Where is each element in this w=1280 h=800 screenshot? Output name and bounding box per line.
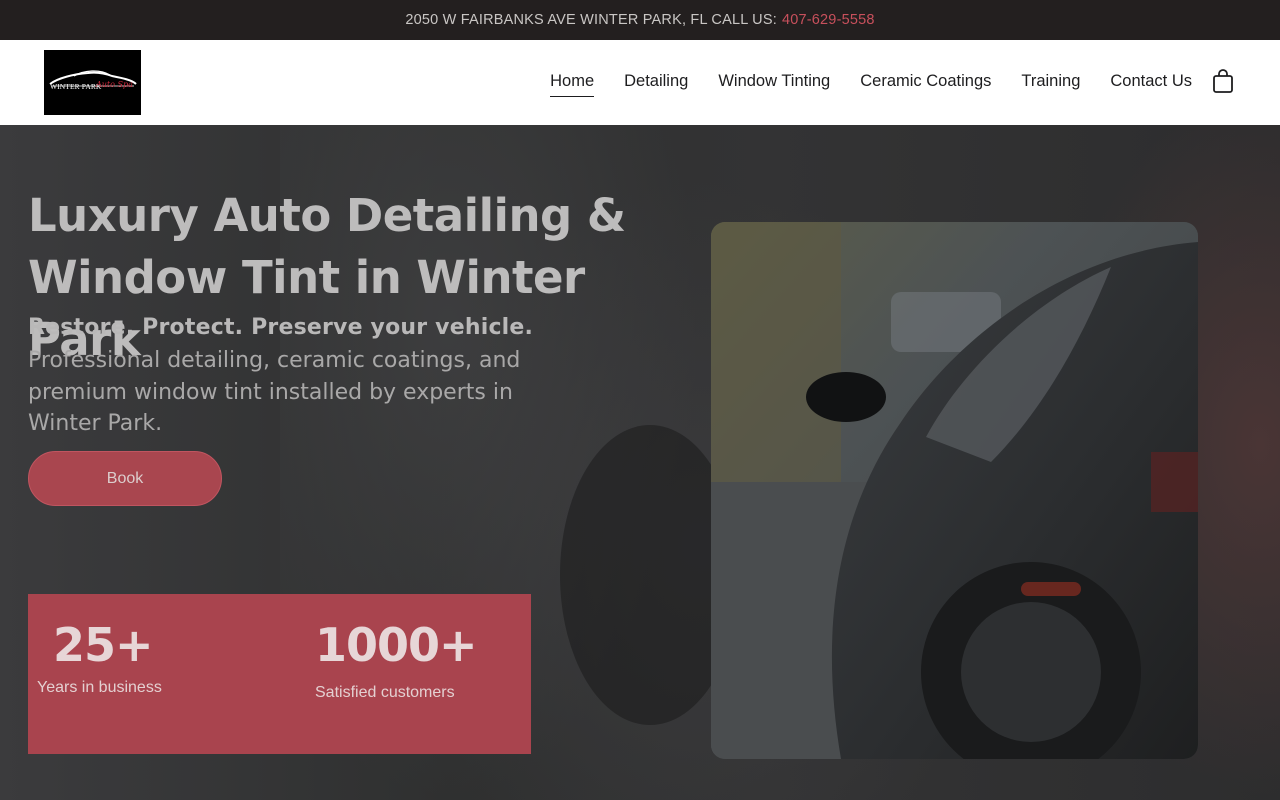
site-logo[interactable]: WINTER PARK Auto Spa: [44, 50, 141, 115]
address-text: 2050 W FAIRBANKS AVE WINTER PARK, FL CAL…: [405, 12, 777, 28]
phone-link[interactable]: 407-629-5558: [782, 12, 875, 28]
stat-years-number: 25+: [53, 618, 154, 672]
announcement-bar: 2050 W FAIRBANKS AVE WINTER PARK, FL CAL…: [0, 0, 1280, 40]
hero-title: Luxury Auto Detailing & Window Tint in W…: [28, 185, 688, 371]
hero-section: Luxury Auto Detailing & Window Tint in W…: [0, 125, 1280, 800]
nav-ceramic-coatings[interactable]: Ceramic Coatings: [860, 72, 991, 93]
logo-script-text: Auto Spa: [96, 80, 133, 89]
shopping-bag-icon[interactable]: [1212, 68, 1234, 94]
nav-window-tinting[interactable]: Window Tinting: [718, 72, 830, 93]
site-header: WINTER PARK Auto Spa Home Detailing Wind…: [0, 40, 1280, 125]
hero-tagline: Restore. Protect. Preserve your vehicle.: [28, 315, 534, 340]
stat-customers-number: 1000+: [315, 618, 478, 672]
nav-training[interactable]: Training: [1021, 72, 1080, 93]
main-nav: Home Detailing Window Tinting Ceramic Co…: [550, 40, 1192, 125]
hero-description: Professional detailing, ceramic coatings…: [28, 348, 521, 436]
nav-detailing[interactable]: Detailing: [624, 72, 688, 93]
stat-years-label: Years in business: [37, 679, 162, 696]
book-button[interactable]: Book: [28, 451, 222, 506]
nav-contact-us[interactable]: Contact Us: [1110, 72, 1192, 93]
stats-panel: 25+ Years in business 1000+ Satisfied cu…: [28, 594, 531, 754]
nav-home[interactable]: Home: [550, 72, 595, 97]
hero-car-image: [711, 222, 1198, 759]
stat-customers-label: Satisfied customers: [315, 684, 455, 701]
hero-title-line1: Luxury Auto Detailing &: [28, 189, 626, 242]
